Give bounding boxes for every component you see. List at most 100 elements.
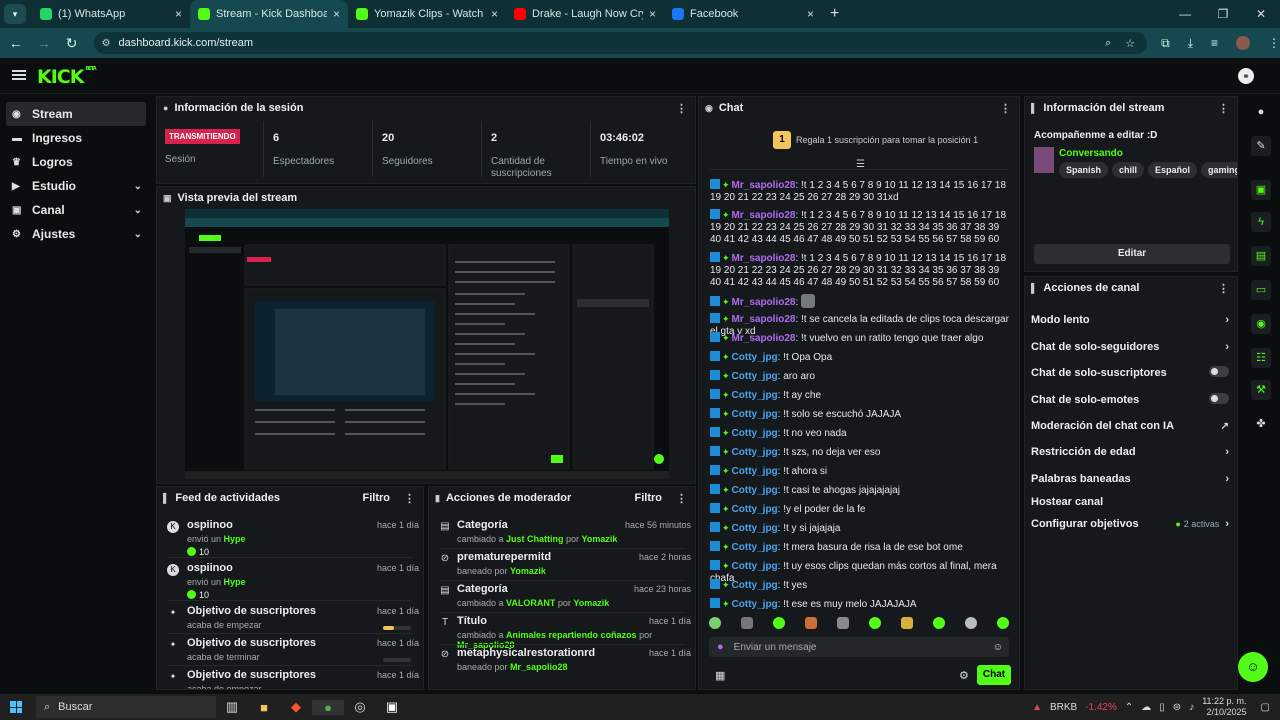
toggle-switch[interactable] [1209, 366, 1229, 380]
sidebar-item-canal[interactable]: ▣ Canal ⌄ [6, 198, 146, 222]
tray-battery-icon[interactable]: ▯ [1159, 702, 1165, 713]
maximize-button[interactable]: ❐ [1204, 0, 1242, 28]
chat-username[interactable]: Cotty_jpg [732, 352, 778, 363]
chat-options-icon[interactable]: ⋮ [1000, 102, 1011, 115]
chat-username[interactable]: Cotty_jpg [732, 561, 778, 572]
close-tab-icon[interactable]: × [649, 7, 656, 21]
chevron-down-icon[interactable]: ⌄ [134, 205, 142, 216]
channel-action-item[interactable]: Configurar objetivos ● 2 activas › [1031, 515, 1229, 533]
edit-stream-button[interactable]: Editar [1034, 244, 1230, 264]
minimize-button[interactable]: — [1166, 0, 1204, 28]
emote-icon[interactable] [933, 617, 945, 629]
emote-icon[interactable] [997, 617, 1009, 629]
emote-icon[interactable] [901, 617, 913, 629]
mod-action-target[interactable]: Animales repartiendo coñazos [506, 630, 637, 640]
chat-username[interactable]: Mr_sapolio28 [732, 314, 796, 325]
kick-logo[interactable]: KICK BETA [37, 66, 97, 88]
close-tab-icon[interactable]: × [491, 7, 498, 21]
chat-username[interactable]: Cotty_jpg [732, 542, 778, 553]
toggle-switch[interactable] [1209, 393, 1229, 407]
mod-filter-button[interactable]: Filtro [635, 492, 663, 504]
channel-action-item[interactable]: Hostear canal [1031, 493, 1229, 511]
chat-username[interactable]: Mr_sapolio28 [732, 333, 796, 344]
notification-icon[interactable]: ▢ [1261, 702, 1270, 713]
apps-icon[interactable]: ✤ [1251, 414, 1271, 434]
file-explorer-icon[interactable]: ■ [248, 700, 280, 715]
user-menu-icon[interactable]: ⚭ [1238, 68, 1254, 84]
mod-action-user[interactable]: Yomazik [573, 598, 609, 608]
emote-icon[interactable] [773, 617, 785, 629]
chevron-down-icon[interactable]: ⌄ [134, 229, 142, 240]
stream-tag[interactable]: chill [1112, 162, 1145, 178]
chat-username[interactable]: Cotty_jpg [732, 371, 778, 382]
taskbar-search[interactable]: ⌕ Buscar [36, 696, 216, 718]
chat-username[interactable]: Cotty_jpg [732, 523, 778, 534]
mod-action-target[interactable]: Just Chatting [506, 534, 564, 544]
sidebar-item-logros[interactable]: ♛ Logros [6, 150, 146, 174]
stream-preview-video[interactable] [185, 209, 669, 479]
back-icon[interactable]: ← [4, 35, 28, 51]
more-options-icon[interactable]: ⋮ [404, 492, 415, 505]
emote-icon[interactable] [965, 617, 977, 629]
chat-username[interactable]: Cotty_jpg [732, 466, 778, 477]
chat-username[interactable]: Cotty_jpg [732, 504, 778, 515]
chat-settings-icon[interactable]: ⚙ [959, 669, 969, 682]
stream-tag[interactable]: Spanish [1059, 162, 1109, 178]
channel-action-item[interactable]: Restricción de edad › [1031, 443, 1229, 461]
emote-icon[interactable] [837, 617, 849, 629]
stream-category[interactable]: Conversando [1059, 148, 1123, 159]
browser-tab[interactable]: Facebook × [664, 0, 822, 28]
gift-sub-banner[interactable]: Regala 1 suscripción para tomar la posic… [796, 135, 978, 145]
zoom-icon[interactable]: ⌕ [1105, 37, 1111, 50]
chrome-icon[interactable]: ● [312, 699, 344, 715]
chevron-down-icon[interactable]: ⌄ [134, 181, 142, 192]
capcut-icon[interactable]: ▣ [376, 699, 408, 715]
task-view-icon[interactable]: ▥ [216, 699, 248, 715]
more-options-icon[interactable]: ⋮ [676, 102, 687, 115]
sidebar-item-ajustes[interactable]: ⚙ Ajustes ⌄ [6, 222, 146, 246]
obs-icon[interactable]: ◎ [344, 699, 376, 715]
download-icon[interactable]: ⤓ [1188, 36, 1193, 51]
tray-chevron-icon[interactable]: ⌃ [1125, 702, 1133, 713]
wrench-icon[interactable]: ⚒ [1251, 380, 1271, 400]
channel-action-item[interactable]: Chat de solo-emotes [1031, 391, 1229, 409]
stream-tag[interactable]: Español [1148, 162, 1198, 178]
extensions-icon[interactable]: ⧉ [1161, 36, 1170, 51]
edit-pencil-icon[interactable]: ✎ [1251, 136, 1271, 156]
chat-username[interactable]: Cotty_jpg [732, 599, 778, 610]
close-tab-icon[interactable]: × [807, 7, 814, 21]
channel-action-item[interactable]: Chat de solo-suscriptores [1031, 364, 1229, 382]
chat-scrollbar[interactable] [1019, 417, 1020, 607]
profile-avatar[interactable] [1236, 35, 1251, 50]
more-options-icon[interactable]: ⋮ [1218, 282, 1229, 295]
tray-network-icon[interactable]: ⊜ [1173, 702, 1181, 713]
screenshot-icon[interactable]: ▣ [1251, 180, 1271, 200]
emote-icon[interactable] [709, 617, 721, 629]
site-info-icon[interactable]: ⚙ [102, 38, 111, 49]
browser-tab[interactable]: (1) WhatsApp × [32, 0, 190, 28]
feed-filter-button[interactable]: Filtro [363, 492, 391, 504]
channel-action-item[interactable]: Moderación del chat con IA ↗ [1031, 417, 1229, 435]
new-tab-button[interactable]: + [830, 5, 839, 23]
brave-icon[interactable]: ◆ [280, 699, 312, 715]
layout-icon[interactable]: ☷ [1251, 348, 1271, 368]
chat-username[interactable]: Mr_sapolio28 [732, 297, 796, 308]
browser-tab[interactable]: Yomazik Clips - Watch Live on K × [348, 0, 506, 28]
clock[interactable]: 11:22 p. m. 2/10/2025 [1202, 696, 1246, 718]
sidebar-item-estudio[interactable]: ▶ Estudio ⌄ [6, 174, 146, 198]
close-tab-icon[interactable]: × [333, 7, 340, 21]
help-chat-icon[interactable]: ☺ [1238, 652, 1268, 682]
close-window-button[interactable]: ✕ [1242, 0, 1280, 28]
message-icon[interactable]: ▭ [1251, 280, 1271, 300]
hamburger-menu-icon[interactable] [12, 70, 26, 80]
address-bar[interactable]: ⚙ dashboard.kick.com/stream ⌕ ☆ [93, 32, 1148, 54]
chat-send-button[interactable]: Chat [977, 665, 1011, 685]
chat-username[interactable]: Mr_sapolio28 [732, 210, 796, 221]
mod-action-target[interactable]: VALORANT [506, 598, 555, 608]
channel-action-item[interactable]: Palabras baneadas › [1031, 470, 1229, 488]
bookmark-star-icon[interactable]: ☆ [1125, 37, 1135, 50]
emote-icon[interactable] [869, 617, 881, 629]
sidebar-item-ingresos[interactable]: ▬ Ingresos [6, 126, 146, 150]
stock-name[interactable]: BRKB [1050, 702, 1077, 713]
media-icon[interactable]: ≡ [1211, 36, 1218, 51]
